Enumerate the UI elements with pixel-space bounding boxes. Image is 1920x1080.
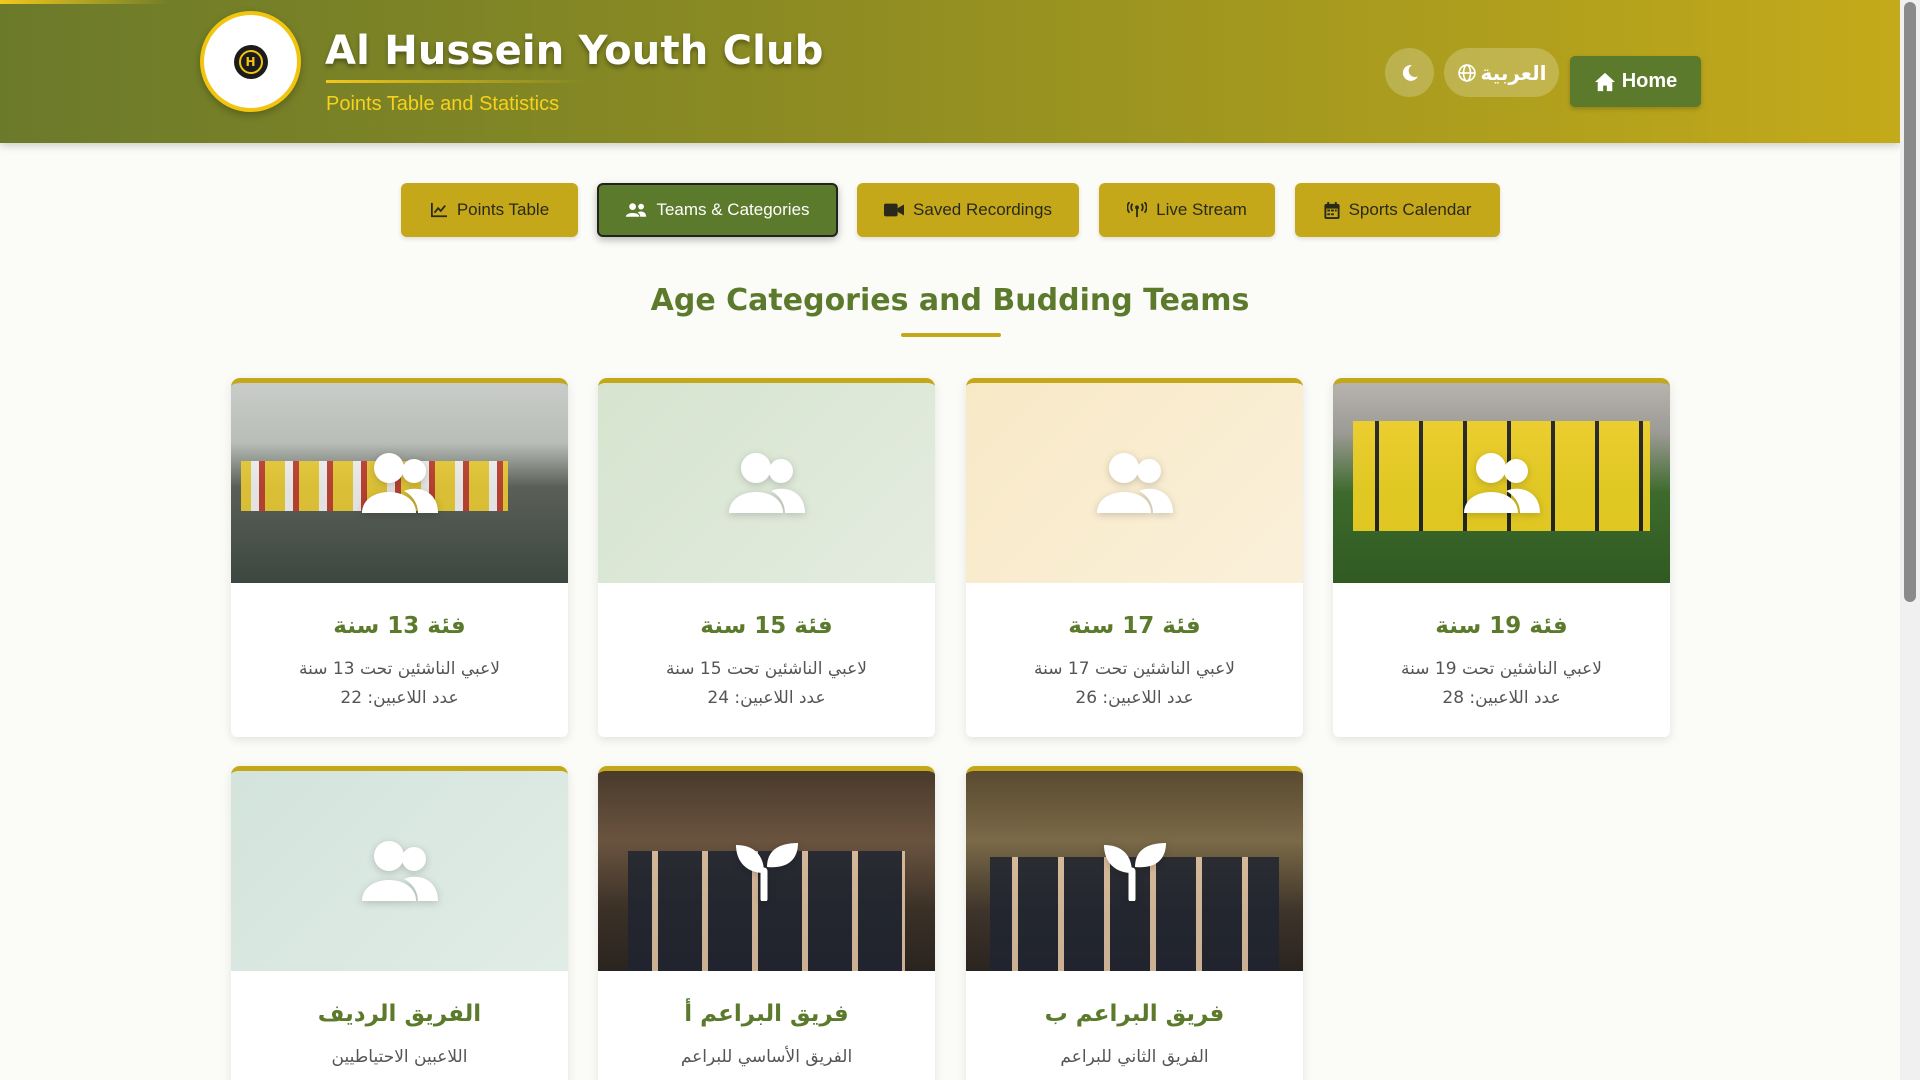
video-icon bbox=[884, 203, 905, 217]
card-player-count: عدد اللاعبين: 26 bbox=[1075, 688, 1194, 708]
card-title: فريق البراعم أ bbox=[684, 1001, 849, 1027]
chart-line-icon bbox=[430, 202, 447, 218]
club-title: Al Hussein Youth Club bbox=[325, 28, 824, 74]
seedling-icon bbox=[1102, 841, 1168, 901]
card-player-count: عدد اللاعبين: 28 bbox=[1442, 688, 1561, 708]
card-title: فئة 17 سنة bbox=[1068, 613, 1201, 639]
tab-label: Points Table bbox=[456, 200, 550, 219]
tab-sports-calendar[interactable]: Sports Calendar bbox=[1295, 183, 1500, 237]
card-placeholder bbox=[598, 383, 935, 583]
card-photo bbox=[966, 771, 1303, 971]
calendar-icon bbox=[1324, 201, 1340, 219]
theme-toggle-button[interactable] bbox=[1385, 48, 1434, 97]
language-label: العربية bbox=[1480, 60, 1547, 85]
card-title: فئة 13 سنة bbox=[333, 613, 466, 639]
category-card-u19[interactable]: فئة 19 سنة لاعبي الناشئين تحت 19 سنة عدد… bbox=[1333, 378, 1670, 737]
users-icon bbox=[360, 839, 440, 903]
title-underline bbox=[326, 80, 586, 83]
card-photo bbox=[231, 383, 568, 583]
logo-mark: H bbox=[238, 49, 263, 74]
site-header: H Al Hussein Youth Club Points Table and… bbox=[0, 0, 1900, 143]
tab-label: Live Stream bbox=[1156, 200, 1247, 219]
tab-label: Sports Calendar bbox=[1348, 200, 1472, 219]
globe-icon bbox=[1457, 63, 1476, 82]
seedling-icon bbox=[734, 841, 800, 901]
category-card-u17[interactable]: فئة 17 سنة لاعبي الناشئين تحت 17 سنة عدد… bbox=[966, 378, 1303, 737]
tab-live-stream[interactable]: Live Stream bbox=[1099, 183, 1275, 237]
card-description: لاعبي الناشئين تحت 17 سنة bbox=[1034, 659, 1235, 679]
header-accent-bar bbox=[0, 0, 170, 4]
card-title: فئة 19 سنة bbox=[1435, 613, 1568, 639]
category-card-reserve[interactable]: الفريق الرديف اللاعبين الاحتياطيين bbox=[231, 766, 568, 1080]
tab-teams-categories[interactable]: Teams & Categories bbox=[597, 183, 838, 237]
tab-label: Saved Recordings bbox=[913, 200, 1052, 219]
category-card-u15[interactable]: فئة 15 سنة لاعبي الناشئين تحت 15 سنة عدد… bbox=[598, 378, 935, 737]
card-title: فريق البراعم ب bbox=[1044, 1001, 1225, 1027]
card-description: لاعبي الناشئين تحت 15 سنة bbox=[666, 659, 867, 679]
section-underline bbox=[901, 333, 1001, 337]
card-player-count: عدد اللاعبين: 24 bbox=[707, 688, 826, 708]
card-description: الفريق الثاني للبراعم bbox=[1060, 1047, 1209, 1067]
club-logo[interactable]: H bbox=[200, 11, 301, 112]
tab-saved-recordings[interactable]: Saved Recordings bbox=[857, 183, 1079, 237]
main-nav-tabs: Points Table Teams & Categories Saved Re… bbox=[0, 183, 1900, 237]
users-icon bbox=[1095, 451, 1175, 515]
users-icon bbox=[360, 451, 440, 515]
category-card-buds-b[interactable]: فريق البراعم ب الفريق الثاني للبراعم bbox=[966, 766, 1303, 1080]
moon-icon bbox=[1402, 64, 1418, 81]
card-title: فئة 15 سنة bbox=[700, 613, 833, 639]
scrollbar-thumb[interactable] bbox=[1904, 2, 1916, 602]
club-subtitle: Points Table and Statistics bbox=[326, 93, 560, 115]
card-player-count: عدد اللاعبين: 22 bbox=[340, 688, 459, 708]
category-card-buds-a[interactable]: فريق البراعم أ الفريق الأساسي للبراعم bbox=[598, 766, 935, 1080]
home-button[interactable]: Home bbox=[1570, 56, 1701, 107]
users-icon bbox=[727, 451, 807, 515]
card-photo bbox=[1333, 383, 1670, 583]
category-card-u13[interactable]: فئة 13 سنة لاعبي الناشئين تحت 13 سنة عدد… bbox=[231, 378, 568, 737]
language-switch-button[interactable]: العربية bbox=[1444, 48, 1559, 97]
tab-label: Teams & Categories bbox=[656, 200, 810, 219]
card-placeholder bbox=[231, 771, 568, 971]
home-icon bbox=[1594, 72, 1615, 91]
home-label: Home bbox=[1621, 70, 1678, 92]
card-description: لاعبي الناشئين تحت 19 سنة bbox=[1401, 659, 1602, 679]
broadcast-icon bbox=[1127, 202, 1148, 218]
card-description: اللاعبين الاحتياطيين bbox=[331, 1047, 468, 1067]
card-description: الفريق الأساسي للبراعم bbox=[680, 1047, 853, 1067]
card-title: الفريق الرديف bbox=[317, 1001, 482, 1027]
card-placeholder bbox=[966, 383, 1303, 583]
users-icon bbox=[626, 203, 647, 217]
page-scrollbar[interactable] bbox=[1900, 0, 1920, 1080]
tab-points-table[interactable]: Points Table bbox=[401, 183, 578, 237]
users-icon bbox=[1462, 451, 1542, 515]
card-description: لاعبي الناشئين تحت 13 سنة bbox=[299, 659, 500, 679]
card-photo bbox=[598, 771, 935, 971]
section-title: Age Categories and Budding Teams bbox=[650, 283, 1250, 318]
logo-emblem-icon: H bbox=[233, 44, 268, 79]
